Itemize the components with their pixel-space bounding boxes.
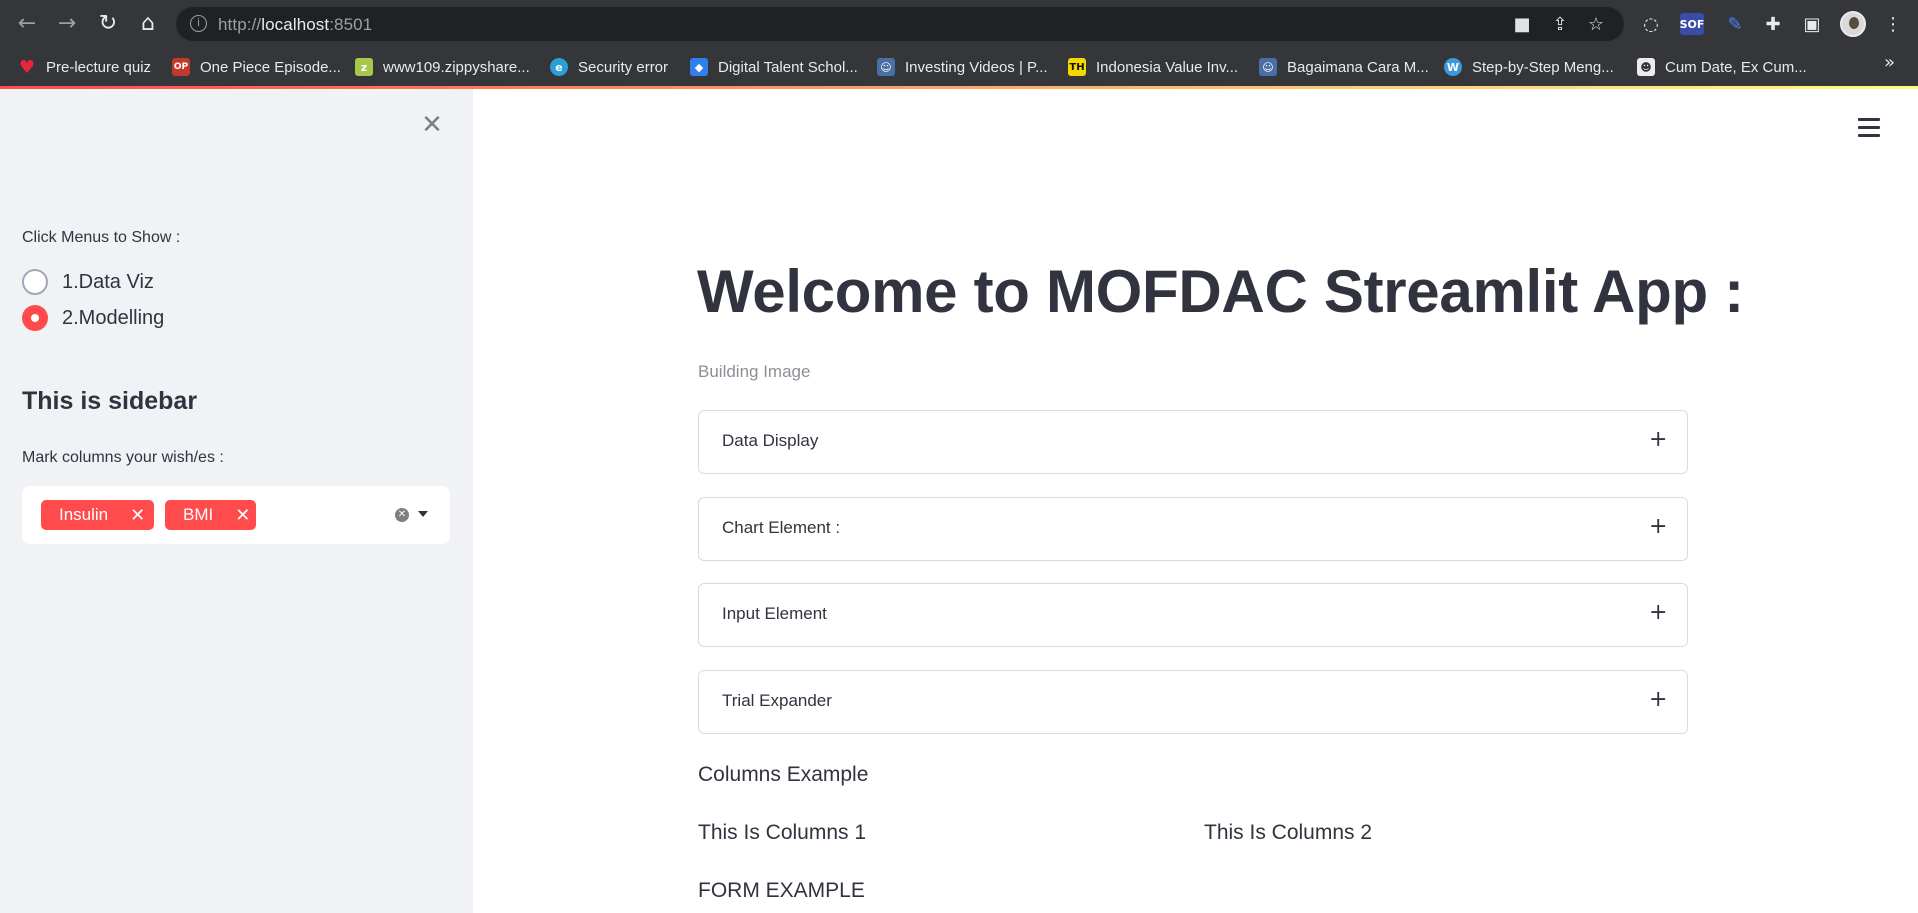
page-caption: Building Image (698, 362, 811, 381)
chip-insulin[interactable]: Insulin ✕ (41, 500, 154, 530)
bookmark-label: Digital Talent Schol... (718, 58, 858, 76)
radio-option-data-viz[interactable]: 1.Data Viz (22, 267, 154, 297)
bookmark-item[interactable]: W Step-by-Step Meng... (1444, 54, 1614, 80)
forward-icon[interactable]: → (52, 8, 82, 38)
bookmark-label: Bagaimana Cara M... (1287, 58, 1429, 76)
site-info-icon[interactable]: i (190, 15, 207, 32)
profile-avatar[interactable] (1840, 11, 1866, 37)
lightbulb-icon[interactable]: ◌ (1638, 11, 1664, 37)
remove-chip-icon[interactable]: ✕ (235, 505, 250, 526)
dts-icon: ◆ (690, 58, 708, 76)
columns-multiselect[interactable]: Insulin ✕ BMI ✕ ✕ (22, 486, 450, 544)
column-1-text: This Is Columns 1 (698, 821, 867, 844)
chip-bmi[interactable]: BMI ✕ (165, 500, 256, 530)
person-icon: ☺ (1259, 58, 1277, 76)
chip-label: BMI (183, 505, 214, 524)
plus-icon[interactable]: + (1649, 428, 1667, 452)
address-bar[interactable]: i http://localhost:8501 ■ ⇪ ☆ (176, 7, 1624, 41)
bookmark-item[interactable]: ♥ Pre-lecture quiz (18, 54, 151, 80)
heart-icon: ♥ (18, 56, 36, 78)
investing-icon: ☺ (877, 58, 895, 76)
translate-extension-icon[interactable]: ✎ (1722, 11, 1748, 37)
hamburger-menu-icon[interactable] (1858, 118, 1880, 138)
expander-input-element[interactable]: Input Element + (698, 583, 1688, 647)
bookmark-item[interactable]: ◆ Digital Talent Schol... (690, 54, 858, 80)
radio-unchecked-icon[interactable] (22, 269, 48, 295)
expander-label: Trial Expander (722, 691, 832, 710)
sidepanel-icon[interactable]: ▣ (1799, 11, 1825, 37)
plus-icon[interactable]: + (1649, 688, 1667, 712)
menu-label: Click Menus to Show : (22, 229, 181, 246)
bookmark-label: One Piece Episode... (200, 58, 341, 76)
remove-chip-icon[interactable]: ✕ (130, 505, 145, 526)
clear-all-icon[interactable]: ✕ (395, 508, 409, 522)
bookmark-label: Pre-lecture quiz (46, 58, 152, 76)
star-icon[interactable]: ☆ (1586, 15, 1606, 35)
chip-label: Insulin (59, 505, 109, 524)
th-icon: TH (1068, 58, 1086, 76)
url-text[interactable]: http://localhost:8501 (218, 15, 372, 35)
person-icon: ☻ (1637, 58, 1655, 76)
expander-data-display[interactable]: Data Display + (698, 410, 1688, 474)
bookmark-label: Step-by-Step Meng... (1472, 58, 1614, 76)
expander-label: Data Display (722, 431, 819, 450)
bookmark-item[interactable]: OP One Piece Episode... (172, 54, 341, 80)
bookmark-item[interactable]: z www109.zippyshare... (355, 54, 530, 80)
bookmarks-overflow-icon[interactable]: » (1884, 52, 1895, 73)
expander-chart-element[interactable]: Chart Element : + (698, 497, 1688, 561)
plus-icon[interactable]: + (1649, 515, 1667, 539)
back-icon[interactable]: ← (12, 8, 42, 38)
radio-label: 2.Modelling (62, 306, 165, 329)
radio-label: 1.Data Viz (62, 270, 154, 293)
chevron-down-icon[interactable] (416, 506, 430, 520)
wordpress-icon: W (1444, 58, 1462, 76)
bookmark-item[interactable]: ☻ Cum Date, Ex Cum... (1637, 54, 1807, 80)
plus-icon[interactable]: + (1649, 601, 1667, 625)
sidebar-title: This is sidebar (22, 387, 198, 415)
bookmark-item[interactable]: TH Indonesia Value Inv... (1068, 54, 1238, 80)
column-2-text: This Is Columns 2 (1204, 821, 1373, 844)
radio-option-modelling[interactable]: 2.Modelling (22, 303, 164, 333)
bookmarks-bar: ♥ Pre-lecture quiz OP One Piece Episode.… (0, 48, 1918, 86)
browser-toolbar: ← → ↻ ⌂ i http://localhost:8501 ■ ⇪ ☆ ◌ … (0, 0, 1918, 48)
bookmark-label: Investing Videos | P... (905, 58, 1048, 76)
reload-icon[interactable]: ↻ (93, 8, 123, 38)
bookmark-item[interactable]: e Security error (550, 54, 668, 80)
bookmark-label: www109.zippyshare... (383, 58, 530, 76)
menu-dots-icon[interactable]: ⋮ (1880, 11, 1906, 37)
zippyshare-icon: z (355, 58, 373, 76)
columns-heading: Columns Example (698, 763, 869, 786)
expander-label: Input Element (722, 604, 827, 623)
bookmark-item[interactable]: ☺ Bagaimana Cara M... (1259, 54, 1429, 80)
bookmark-label: Indonesia Value Inv... (1096, 58, 1239, 76)
expander-trial[interactable]: Trial Expander + (698, 670, 1688, 734)
radio-checked-icon[interactable] (22, 305, 48, 331)
onepiece-icon: OP (172, 58, 190, 76)
close-sidebar-icon[interactable]: ✕ (418, 111, 446, 139)
columns-label: Mark columns your wish/es : (22, 449, 224, 466)
camera-icon[interactable]: ■ (1512, 15, 1532, 35)
share-icon[interactable]: ⇪ (1550, 15, 1570, 35)
puzzle-icon[interactable]: ✚ (1760, 11, 1786, 37)
security-icon: e (550, 58, 568, 76)
bookmark-label: Cum Date, Ex Cum... (1665, 58, 1807, 76)
page-title: Welcome to MOFDAC Streamlit App : (697, 258, 1744, 325)
form-heading: FORM EXAMPLE (698, 879, 865, 902)
sof-extension-icon[interactable]: SOF (1680, 13, 1704, 35)
bookmark-item[interactable]: ☺ Investing Videos | P... (877, 54, 1048, 80)
bookmark-label: Security error (578, 58, 669, 76)
expander-label: Chart Element : (722, 518, 841, 537)
home-icon[interactable]: ⌂ (133, 8, 163, 38)
